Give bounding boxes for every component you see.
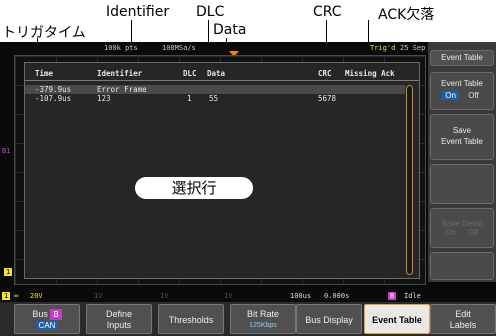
col-dlc: DLC <box>183 69 197 78</box>
bus-badge: B <box>50 309 62 320</box>
col-missing-ack: Missing Ack <box>345 69 395 78</box>
record-length: 100k pts <box>104 44 138 52</box>
event-table-toggle-button[interactable]: Event Table On Off <box>430 72 494 110</box>
save-detail-label: Save Detail <box>441 219 483 228</box>
event-table-panel[interactable]: Time Identifier DLC Data CRC Missing Ack… <box>24 62 420 279</box>
thresholds-label: Thresholds <box>168 315 214 325</box>
define-label: Define <box>105 309 132 319</box>
top-status-bar: 100k pts 100MSa/s Trig'd 25 Sep <box>0 42 428 54</box>
annotation-trigger-time: トリガタイム <box>2 25 86 41</box>
ch1-coupling-icon: ═ <box>14 292 19 300</box>
side-softkey-menu: Event Table Event Table On Off Save Even… <box>428 42 496 282</box>
annotation-crc: CRC <box>313 4 342 20</box>
define-inputs-button[interactable]: Define Inputs <box>86 304 152 334</box>
bus-button[interactable]: Bus B CAN <box>14 304 80 334</box>
toggle-off: Off <box>468 91 479 100</box>
bus-label: Bus <box>32 309 48 319</box>
channel-1-marker-icon: 1 <box>4 268 13 276</box>
cell-data: 55 <box>209 94 219 103</box>
side-menu-title: Event Table <box>430 50 494 66</box>
annotation-identifier: Identifier <box>106 4 170 20</box>
col-crc: CRC <box>318 69 332 78</box>
horizontal-position: 0.000s <box>324 292 350 300</box>
event-table-toggle-label: Event Table <box>441 79 483 88</box>
bus-status: Idle <box>404 292 421 300</box>
side-empty-button-1[interactable] <box>430 164 494 204</box>
save-detail-on: On <box>445 228 456 237</box>
cell-time: -107.9us <box>35 94 72 103</box>
table-row[interactable]: -379.9us Error Frame <box>25 85 405 94</box>
ch2-scale: 1V <box>94 292 103 300</box>
save-sublabel: Event Table <box>441 137 483 146</box>
bottom-status-bar: 1 ═ 20V 1V 1V 1V 100us 0.000s B Idle <box>0 290 496 302</box>
event-table-label: Event Table <box>372 315 422 325</box>
trigger-status: Trig'd <box>370 44 396 52</box>
ch1-scale: 20V <box>30 292 43 300</box>
cell-crc: 5678 <box>318 94 337 103</box>
save-detail-button[interactable]: Save Detail On Off <box>430 208 494 248</box>
inputs-label: Inputs <box>106 320 132 330</box>
bit-rate-button[interactable]: Bit Rate 125Kbps <box>230 304 296 334</box>
thresholds-button[interactable]: Thresholds <box>158 304 224 334</box>
toggle-on: On <box>442 91 459 100</box>
cell-time: -379.9us <box>35 85 72 94</box>
annotation-ack-missing: ACK欠落 <box>378 7 435 23</box>
bus-marker-icon: B1 <box>2 147 11 155</box>
col-identifier: Identifier <box>97 69 143 78</box>
bus-display-label: Bus Display <box>305 315 353 325</box>
date-display: 25 Sep <box>400 44 426 52</box>
cell-dlc: 1 <box>187 94 192 103</box>
event-table-scrollbar[interactable] <box>406 85 413 275</box>
labels-label: Labels <box>449 320 477 330</box>
bus-indicator-badge: B <box>388 292 397 300</box>
bus-display-button[interactable]: Bus Display <box>296 304 362 334</box>
event-table-header: Time Identifier DLC Data CRC Missing Ack <box>25 63 419 81</box>
col-time: Time <box>35 69 54 78</box>
edit-labels-button[interactable]: Edit Labels <box>430 304 496 334</box>
sample-rate: 100MSa/s <box>162 44 196 52</box>
ch1-indicator-icon: 1 <box>2 292 11 300</box>
edit-label: Edit <box>455 309 471 319</box>
save-detail-off: Off <box>468 228 479 237</box>
event-table-button[interactable]: Event Table <box>364 304 430 334</box>
cell-identifier: Error Frame <box>97 85 147 94</box>
save-event-table-button[interactable]: Save Event Table <box>430 114 494 160</box>
ch3-scale: 1V <box>160 292 169 300</box>
annotation-selected-row: 選択行 <box>135 177 253 199</box>
bus-type: CAN <box>35 321 59 330</box>
cell-identifier: 123 <box>97 94 111 103</box>
bit-rate-label: Bit Rate <box>246 309 279 319</box>
annotation-dlc: DLC <box>196 4 225 20</box>
save-label: Save <box>452 126 472 135</box>
annotation-data: Data <box>213 22 247 38</box>
side-empty-button-2[interactable] <box>430 252 494 280</box>
bit-rate-value: 125Kbps <box>249 322 277 329</box>
col-data: Data <box>207 69 226 78</box>
bottom-softkey-bar: Bus B CAN Define Inputs Thresholds Bit R… <box>0 302 496 336</box>
ch4-scale: 1V <box>224 292 233 300</box>
oscilloscope-screen: 100k pts 100MSa/s Trig'd 25 Sep B1 1 Tim… <box>0 42 496 336</box>
table-row[interactable]: -107.9us 123 1 55 5678 <box>25 94 405 103</box>
timebase-value: 100us <box>290 292 312 300</box>
